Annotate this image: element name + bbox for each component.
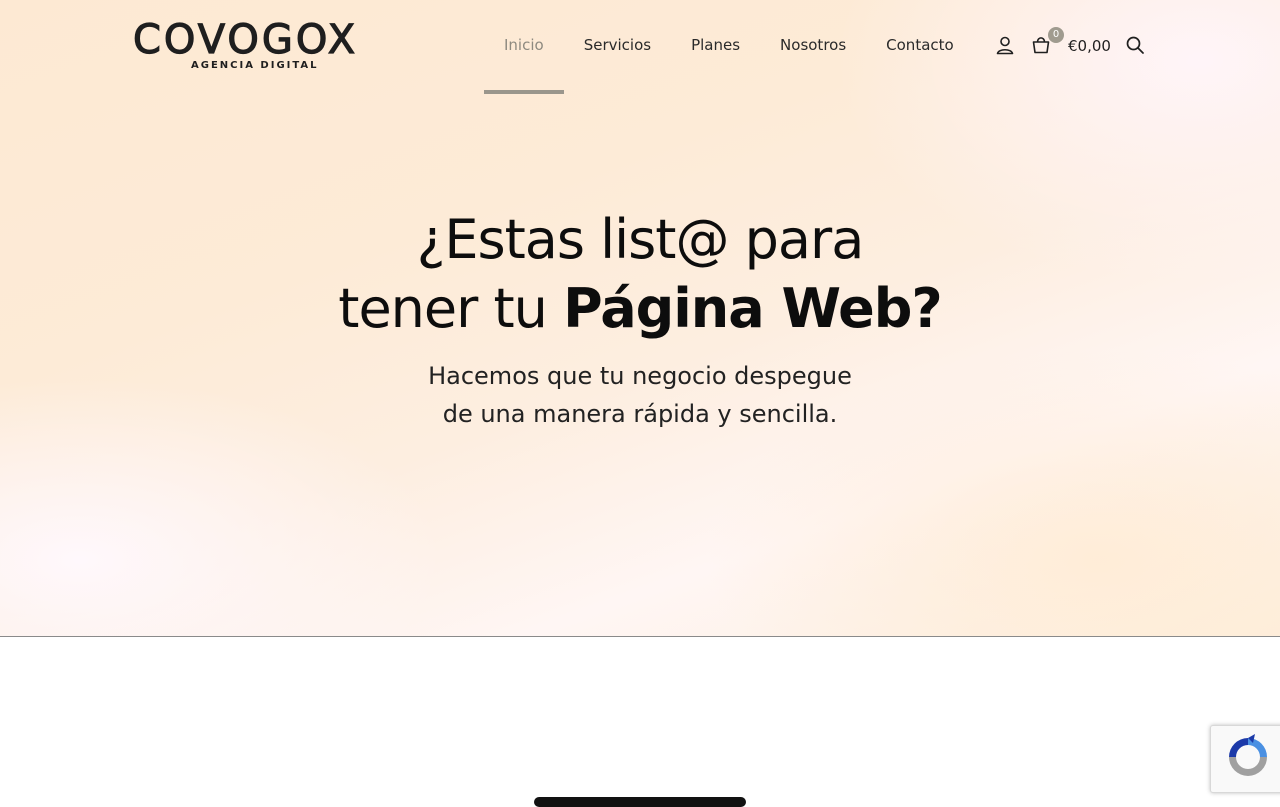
user-icon[interactable] xyxy=(995,35,1015,55)
search-icon[interactable] xyxy=(1125,35,1145,55)
subheading-line-2: de una manera rápida y sencilla. xyxy=(442,400,838,428)
headline-line-2-bold: Página Web? xyxy=(563,277,943,340)
headline-line-1: ¿Estas list@ para xyxy=(416,208,865,271)
recaptcha-badge[interactable] xyxy=(1210,725,1280,793)
nav-item-inicio[interactable]: Inicio xyxy=(484,34,564,58)
hero-headline: ¿Estas list@ para tener tu Página Web? xyxy=(0,205,1280,343)
brand-tagline: AGENCIA DIGITAL xyxy=(191,60,319,71)
brand-logo[interactable]: COVOGOX AGENCIA DIGITAL xyxy=(132,17,367,72)
hero-subheading: Hacemos que tu negocio despegue de una m… xyxy=(0,357,1280,433)
hero-section: COVOGOX AGENCIA DIGITAL Inicio Servicios… xyxy=(0,0,1280,637)
brand-name: COVOGOX xyxy=(132,17,359,63)
cta-button-top-edge[interactable] xyxy=(534,797,746,807)
active-nav-indicator xyxy=(484,90,564,94)
main-nav: Inicio Servicios Planes Nosotros Contact… xyxy=(484,34,974,58)
recaptcha-icon xyxy=(1229,734,1267,776)
nav-item-nosotros[interactable]: Nosotros xyxy=(760,34,866,58)
subheading-line-1: Hacemos que tu negocio despegue xyxy=(428,362,852,390)
cart-count-badge: 0 xyxy=(1048,27,1064,43)
nav-item-servicios[interactable]: Servicios xyxy=(564,34,671,58)
headline-line-2: tener tu Página Web? xyxy=(0,274,1280,343)
headline-line-2-plain: tener tu xyxy=(338,277,564,340)
nav-item-contacto[interactable]: Contacto xyxy=(866,34,974,58)
cart-total[interactable]: €0,00 xyxy=(1068,35,1111,57)
nav-item-planes[interactable]: Planes xyxy=(671,34,760,58)
